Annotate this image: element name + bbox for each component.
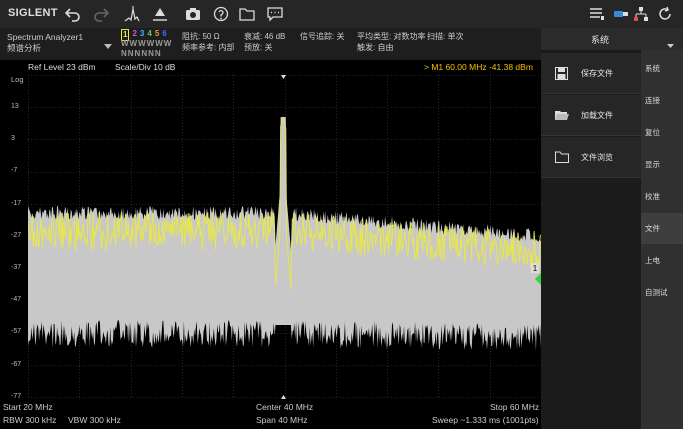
- preamp: 预放: 关: [244, 43, 273, 52]
- vbw[interactable]: VBW 300 kHz: [68, 415, 121, 425]
- top-toolbar: SIGLENT: [0, 0, 683, 29]
- category-display[interactable]: 显示: [641, 149, 683, 180]
- start-freq[interactable]: Start 20 MHz: [3, 402, 53, 412]
- signal-tracking: 信号追踪: 关: [300, 32, 345, 41]
- stop-freq[interactable]: Stop 60 MHz: [490, 402, 539, 412]
- peak-search-icon[interactable]: [123, 5, 141, 23]
- trigger: 触发: 自由: [357, 43, 394, 52]
- trace-detectors: NNNNNN: [121, 49, 162, 58]
- undo-icon[interactable]: [64, 5, 82, 23]
- ref-level[interactable]: Ref Level 23 dBm: [28, 62, 96, 72]
- category-self-test[interactable]: 自测试: [641, 277, 683, 308]
- load-file-button[interactable]: 加载文件: [541, 95, 641, 136]
- instrument-name: Spectrum Analyzer1: [7, 32, 84, 42]
- help-icon[interactable]: [212, 5, 230, 23]
- usb-icon: [612, 5, 630, 23]
- impedance: 阻抗: 50 Ω: [182, 32, 220, 41]
- category-reset[interactable]: 复位: [641, 117, 683, 148]
- center-freq[interactable]: Center 40 MHz: [256, 402, 313, 412]
- marker-1-tag: 1: [533, 264, 538, 273]
- menu-icon[interactable]: [588, 5, 606, 23]
- mode-label: 频谱分析: [7, 43, 42, 53]
- category-power-on[interactable]: 上电: [641, 245, 683, 276]
- folder-icon: [555, 150, 571, 164]
- browse-files-label: 文件浏览: [581, 152, 613, 162]
- file-menu: 保存文件 加载文件 文件浏览: [541, 50, 641, 429]
- plot-header: Ref Level 23 dBm Scale/Div 10 dB > M1 60…: [0, 60, 541, 74]
- span[interactable]: Span 40 MHz: [256, 415, 308, 425]
- message-icon[interactable]: [266, 5, 284, 23]
- measurement-info-bar: Spectrum Analyzer1 频谱分析 1 2 3 4 5 6 WWWW…: [0, 28, 541, 61]
- save-file-label: 保存文件: [581, 68, 613, 78]
- attenuation: 衰减: 46 dB: [244, 32, 286, 41]
- average-type: 平均类型: 对数功率: [357, 32, 426, 41]
- trace-modes: WWWWWW: [121, 39, 173, 48]
- sweep-mode: 扫描: 单次: [427, 32, 464, 41]
- file-folder-icon[interactable]: [238, 5, 256, 23]
- category-file[interactable]: 文件: [641, 213, 683, 244]
- spectrum-plot[interactable]: 1: [27, 75, 542, 399]
- marker-readout: > M1 60.00 MHz -41.38 dBm: [424, 62, 533, 72]
- save-file-button[interactable]: 保存文件: [541, 53, 641, 94]
- refresh-icon[interactable]: [656, 5, 674, 23]
- screenshot-icon[interactable]: [184, 5, 202, 23]
- category-calibration[interactable]: 校准: [641, 181, 683, 212]
- category-connection[interactable]: 连接: [641, 85, 683, 116]
- category-system[interactable]: 系统: [641, 53, 683, 84]
- frequency-footer: Start 20 MHz Center 40 MHz Stop 60 MHz R…: [0, 399, 541, 429]
- scale-div[interactable]: Scale/Div 10 dB: [115, 62, 175, 72]
- mode-dropdown-icon[interactable]: [104, 37, 112, 55]
- sweep-time[interactable]: Sweep ~1.333 ms (1001pts): [432, 415, 539, 425]
- save-icon: [555, 66, 571, 80]
- system-menu-title: 系统: [591, 35, 610, 45]
- system-category-menu: 系统 连接 复位 显示 校准 文件 上电 自测试: [641, 50, 683, 429]
- network-icon: [632, 5, 650, 23]
- browse-files-button[interactable]: 文件浏览: [541, 137, 641, 178]
- load-file-label: 加载文件: [581, 110, 613, 120]
- freq-reference: 频率参考: 内部: [182, 43, 235, 52]
- siglent-logo: SIGLENT: [8, 7, 58, 19]
- folder-open-icon: [555, 108, 571, 122]
- system-menu-header[interactable]: 系统: [541, 28, 683, 51]
- redo-icon[interactable]: [92, 5, 110, 23]
- marker-icon[interactable]: [151, 5, 169, 23]
- rbw[interactable]: RBW 300 kHz: [3, 415, 56, 425]
- spectrum-canvas: 1: [27, 75, 542, 399]
